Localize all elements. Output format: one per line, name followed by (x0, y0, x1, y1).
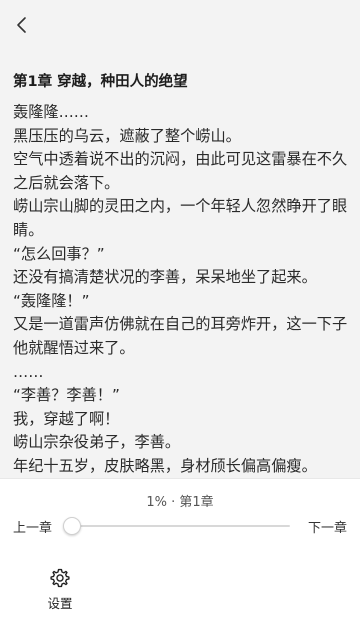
gear-icon (50, 568, 70, 588)
reader-control-panel: 1% · 第1章 上一章 下一章 设置 (0, 478, 360, 622)
reader-page: 第1章 穿越，种田人的绝望 轰隆隆…… 黑压压的乌云，遮蔽了整个崂山。 空气中透… (0, 0, 360, 622)
paragraph: 还没有搞清楚状况的李善，呆呆地坐了起来。 (13, 268, 317, 287)
paragraph: 崂山宗山脚的灵田之内，一个年轻人忽然睁开了眼睛。 (13, 197, 348, 239)
prev-chapter-button[interactable]: 上一章 (13, 517, 52, 536)
paragraph: 轰隆隆…… (13, 103, 89, 121)
top-bar (0, 0, 360, 52)
next-chapter-button[interactable]: 下一章 (308, 517, 347, 536)
progress-row: 上一章 下一章 (0, 515, 360, 539)
paragraph: 又是一道雷声仿佛就在自己的耳旁炸开，这一下子他就醒悟过来了。 (13, 315, 348, 357)
paragraph: 崂山宗杂役弟子，李善。 (13, 433, 181, 452)
paragraph: “李善？李善！” (13, 386, 120, 405)
paragraph: 黑压压的乌云，遮蔽了整个崂山。 (13, 126, 241, 145)
progress-slider-thumb[interactable] (63, 517, 81, 535)
chapter-content: 轰隆隆…… 黑压压的乌云，遮蔽了整个崂山。 空气中透着说不出的沉闷，由此可见这雷… (13, 101, 349, 479)
settings-button[interactable]: 设置 (40, 567, 80, 613)
progress-text: 1% · 第1章 (146, 495, 214, 510)
paragraph: 年纪十五岁，皮肤略黑，身材颀长偏高偏瘦。 (13, 456, 317, 475)
back-button[interactable] (8, 10, 36, 40)
chevron-left-icon (17, 17, 26, 33)
paragraph: “轰隆隆！” (13, 291, 90, 310)
progress-slider[interactable] (63, 517, 290, 535)
paragraph: 空气中透着说不出的沉闷，由此可见这雷暴在不久之后就会落下。 (13, 150, 348, 192)
settings-label: 设置 (47, 596, 73, 611)
paragraph: 我，穿越了啊！ (13, 409, 120, 428)
chapter-title: 第1章 穿越，种田人的绝望 (13, 74, 188, 90)
paragraph: “怎么回事？” (13, 244, 105, 263)
paragraph: …… (13, 362, 44, 381)
